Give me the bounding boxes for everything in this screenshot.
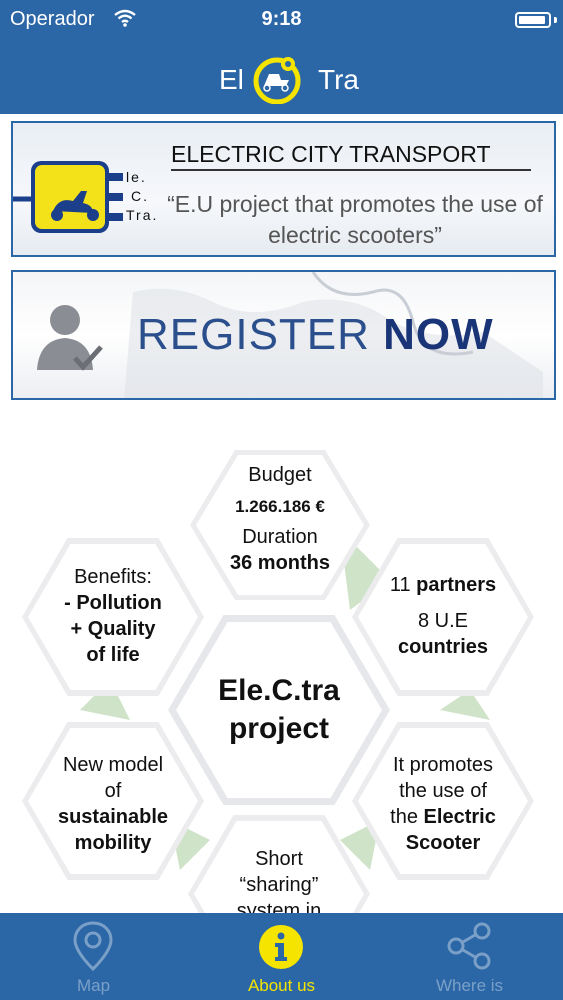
tab-bar: Map About us Where is bbox=[0, 913, 563, 1000]
hex-benefits-text: Benefits: - Pollution + Quality of life bbox=[28, 564, 198, 668]
scooter-logo-icon bbox=[253, 57, 301, 104]
nav-bar: El Tra bbox=[0, 40, 563, 114]
model-line4: mobility bbox=[74, 832, 152, 854]
tab-about-us[interactable]: About us bbox=[187, 913, 376, 1000]
project-name: Ele.C.tra bbox=[218, 674, 340, 707]
register-now-text: REGISTER NOW bbox=[137, 310, 494, 360]
plug-label-3: Tra. bbox=[126, 207, 159, 223]
hex-model-text: New model of sustainable mobility bbox=[28, 752, 198, 856]
user-check-icon bbox=[37, 305, 103, 371]
benefits-life: of life bbox=[86, 644, 140, 666]
info-icon bbox=[259, 925, 303, 969]
app-logo: El Tra bbox=[0, 48, 563, 106]
hex-partners-text: 11 partners 8 U.E countries bbox=[358, 572, 528, 660]
sharing-line3: system in bbox=[236, 900, 322, 913]
register-now-banner[interactable]: REGISTER NOW bbox=[11, 270, 556, 400]
benefits-label: Benefits: bbox=[74, 566, 152, 588]
budget-value: 1.266.186 € bbox=[235, 497, 325, 516]
sharing-line1: Short bbox=[255, 848, 303, 870]
map-pin-icon bbox=[73, 921, 113, 971]
project-word: project bbox=[228, 712, 330, 745]
countries-word: countries bbox=[397, 636, 489, 658]
hex-promotes-text: It promotes the use of the Electric Scoo… bbox=[358, 752, 528, 856]
partners-word: partners bbox=[416, 574, 497, 596]
tab-where-is[interactable]: Where is bbox=[376, 913, 563, 1000]
project-infographic: Budget 1.266.186 € Duration 36 months Be… bbox=[0, 410, 563, 913]
tab-map-label: Map bbox=[76, 976, 111, 995]
benefits-quality: + Quality bbox=[70, 618, 156, 640]
budget-label: Budget bbox=[248, 464, 312, 486]
logo-text-right: Tra bbox=[318, 64, 359, 95]
benefits-pollution: - Pollution bbox=[64, 592, 162, 614]
partners-count: 11 bbox=[389, 574, 411, 596]
promotes-line1: It promotes bbox=[392, 754, 494, 776]
promotes-line3: the Electric bbox=[358, 804, 528, 830]
hex-center-text: Ele.C.tra project bbox=[176, 672, 382, 748]
now-word: NOW bbox=[383, 310, 494, 359]
tab-map[interactable]: Map bbox=[0, 913, 187, 1000]
countries-count: 8 U.E bbox=[417, 610, 469, 632]
battery-icon bbox=[515, 12, 551, 28]
status-bar: Operador 9:18 bbox=[0, 0, 563, 40]
model-line1: New model bbox=[62, 754, 164, 776]
model-line3: sustainable bbox=[57, 806, 169, 828]
duration-label: Duration bbox=[242, 526, 318, 548]
project-banner[interactable]: le. C. Tra. ELECTRIC CITY TRANSPORT “E.U… bbox=[11, 121, 556, 257]
logo-text-left: El bbox=[219, 64, 244, 95]
promotes-electric: Electric bbox=[423, 806, 496, 828]
clock: 9:18 bbox=[261, 8, 302, 30]
tab-about-us-label: About us bbox=[247, 976, 316, 995]
promotes-line2: the use of bbox=[399, 780, 487, 802]
promotes-the: the bbox=[390, 806, 418, 828]
model-line2: of bbox=[104, 780, 122, 802]
plug-label-2: C. bbox=[131, 188, 149, 204]
promotes-line4: Scooter bbox=[405, 832, 481, 854]
sharing-line2: “sharing” bbox=[239, 874, 319, 896]
plug-label-1: le. bbox=[126, 169, 147, 185]
hex-budget-text: Budget 1.266.186 € Duration 36 months bbox=[196, 462, 364, 576]
partners-line: 11 partners bbox=[358, 572, 528, 598]
title-underline bbox=[171, 169, 531, 171]
register-word: REGISTER bbox=[137, 310, 370, 359]
tab-where-is-label: Where is bbox=[435, 976, 504, 995]
share-icon bbox=[447, 922, 491, 970]
duration-value: 36 months bbox=[229, 552, 331, 574]
banner-subtitle: “E.U project that promotes the use of el… bbox=[167, 191, 543, 248]
hex-sharing-text: Short “sharing” system in bbox=[194, 846, 364, 913]
banner-title: ELECTRIC CITY TRANSPORT bbox=[171, 141, 491, 167]
battery-tip bbox=[554, 17, 557, 23]
